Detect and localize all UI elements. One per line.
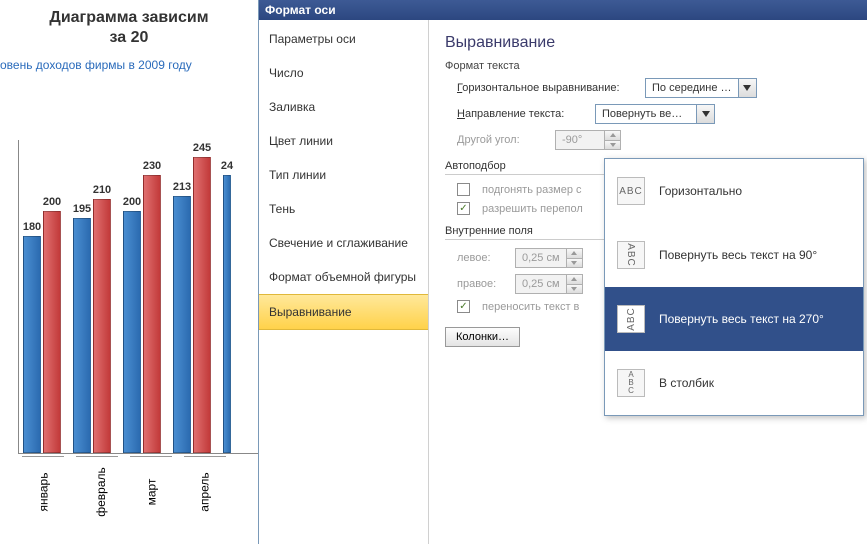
autofit-shrink-checkbox: [457, 183, 470, 196]
chart-area: Диаграмма зависим за 20 овень доходов фи…: [0, 0, 258, 544]
bar-group: 200230: [123, 175, 161, 453]
margin-right-label: правое:: [457, 278, 507, 290]
nav-item[interactable]: Формат объемной фигуры: [259, 260, 428, 294]
direction-option[interactable]: ABC Горизонтально: [605, 159, 863, 223]
bar-group: 180200: [23, 211, 61, 453]
margins-label: Внутренние поля: [445, 225, 533, 237]
other-angle-label: Другой угол:: [457, 134, 547, 146]
spinner-up-icon: [605, 131, 620, 140]
x-axis-label: февраль: [76, 456, 118, 479]
panel-heading: Выравнивание: [445, 34, 851, 52]
h-align-value: По середине …: [646, 82, 738, 94]
nav-item[interactable]: Число: [259, 56, 428, 90]
nav-item[interactable]: Цвет линии: [259, 124, 428, 158]
bar-label: 213: [173, 181, 191, 193]
chart-title: Диаграмма зависим за 20: [0, 8, 258, 48]
direction-option-label: Повернуть весь текст на 270°: [659, 312, 824, 326]
direction-option-label: Повернуть весь текст на 90°: [659, 248, 817, 262]
bar-label: 195: [73, 203, 91, 215]
bar: 230: [143, 175, 161, 453]
bar: 180: [23, 236, 41, 453]
bar-group: 195210: [73, 199, 111, 453]
nav-item[interactable]: Тип линии: [259, 158, 428, 192]
x-axis-label: март: [130, 456, 172, 479]
bar-label: 230: [143, 160, 161, 172]
chart-x-labels: январь февраль март апрель: [18, 456, 226, 479]
bar-label: 200: [43, 196, 61, 208]
nav-item[interactable]: Свечение и сглаживание: [259, 226, 428, 260]
bar: 245: [193, 157, 211, 453]
spinner-down-icon: [567, 258, 582, 268]
margin-left-label: левое:: [457, 252, 507, 264]
bar: 200: [123, 211, 141, 453]
direction-option-label: Горизонтально: [659, 184, 742, 198]
autofit-label: Автоподбор: [445, 160, 506, 172]
margin-left-value: 0,25 см: [516, 252, 566, 264]
spinner-up-icon: [567, 275, 582, 284]
bar-label: 245: [193, 142, 211, 154]
columns-button[interactable]: Колонки…: [445, 327, 520, 347]
bar-group: 24: [223, 175, 231, 453]
direction-dropdown: ABC Горизонтально ABC Повернуть весь текст …: [604, 158, 864, 416]
direction-option-label: В столбик: [659, 376, 714, 390]
dialog-nav: Параметры осиЧислоЗаливкаЦвет линииТип л…: [259, 20, 429, 544]
spinner-down-icon: [605, 140, 620, 150]
direction-option-icon: ABC: [617, 177, 645, 205]
bar-group: 213245: [173, 157, 211, 453]
direction-value: Повернуть ве…: [596, 108, 696, 120]
spinner-up-icon: [567, 249, 582, 258]
bar: 200: [43, 211, 61, 453]
autofit-shrink-label: подгонять размер с: [482, 184, 582, 196]
bar-label: 180: [23, 221, 41, 233]
chevron-down-icon[interactable]: [696, 105, 714, 123]
bar: 213: [173, 196, 191, 453]
margin-right-spinner: 0,25 см: [515, 274, 583, 294]
other-angle-spinner: -90°: [555, 130, 621, 150]
x-axis-label: январь: [22, 456, 64, 479]
direction-option-icon: ABC: [617, 305, 645, 333]
nav-item[interactable]: Выравнивание: [259, 294, 428, 330]
chart-title-line2: за 20: [110, 29, 149, 46]
chevron-down-icon[interactable]: [738, 79, 756, 97]
h-align-combo[interactable]: По середине …: [645, 78, 757, 98]
chart-title-line1: Диаграмма зависим: [49, 9, 208, 26]
h-align-label: Горизонтальное выравнивание:: [457, 82, 637, 94]
margin-right-value: 0,25 см: [516, 278, 566, 290]
margin-left-spinner: 0,25 см: [515, 248, 583, 268]
autofit-overflow-label: разрешить перепол: [482, 203, 583, 215]
bar-label: 210: [93, 184, 111, 196]
nav-item[interactable]: Тень: [259, 192, 428, 226]
autofit-overflow-checkbox: [457, 202, 470, 215]
chart-subtitle: овень доходов фирмы в 2009 году: [0, 48, 258, 72]
bar: 24: [223, 175, 231, 453]
x-axis-label: апрель: [184, 456, 226, 479]
spinner-down-icon: [567, 284, 582, 294]
bar-label: 200: [123, 196, 141, 208]
text-format-label: Формат текста: [445, 60, 851, 72]
bar: 210: [93, 199, 111, 453]
wrap-text-checkbox: [457, 300, 470, 313]
wrap-text-label: переносить текст в: [482, 301, 579, 313]
other-angle-value: -90°: [556, 134, 604, 146]
chart-plot: 18020019521020023021324524: [18, 140, 258, 454]
direction-option[interactable]: ABC Повернуть весь текст на 270°: [605, 287, 863, 351]
direction-option-icon: ABC: [617, 241, 645, 269]
direction-label: Направление текста:: [457, 108, 587, 120]
direction-option-icon: ABC: [617, 369, 645, 397]
nav-item[interactable]: Параметры оси: [259, 22, 428, 56]
bar-label: 24: [221, 160, 233, 172]
nav-item[interactable]: Заливка: [259, 90, 428, 124]
direction-combo[interactable]: Повернуть ве…: [595, 104, 715, 124]
dialog-titlebar[interactable]: Формат оси: [259, 0, 867, 20]
chart-bars: 18020019521020023021324524: [19, 140, 241, 453]
bar: 195: [73, 218, 91, 454]
direction-option[interactable]: ABC В столбик: [605, 351, 863, 415]
direction-option[interactable]: ABC Повернуть весь текст на 90°: [605, 223, 863, 287]
